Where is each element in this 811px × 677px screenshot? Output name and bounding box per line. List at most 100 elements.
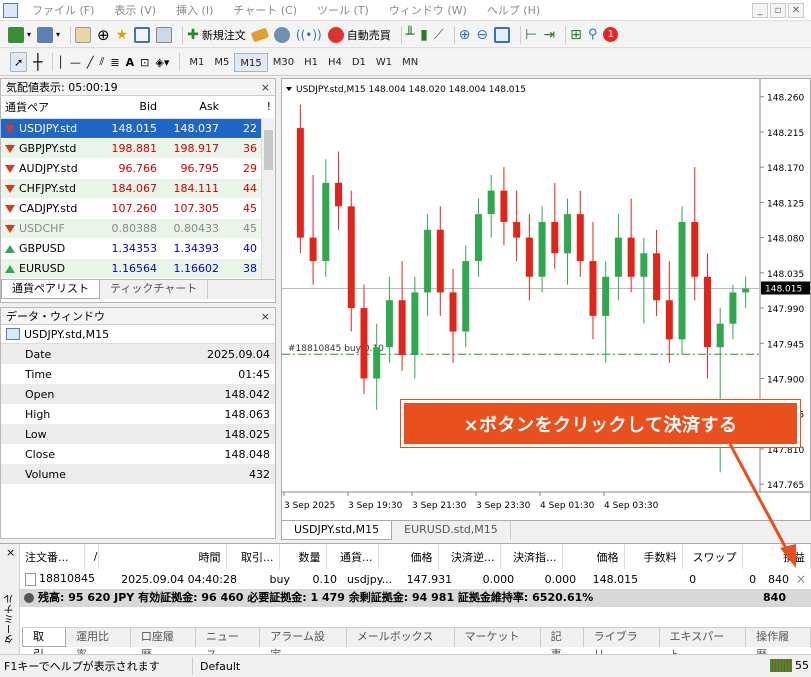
symbol-row[interactable]: CADJPY.std 107.260 107.305 45 <box>1 198 275 219</box>
column-price[interactable]: 価格 <box>562 544 625 569</box>
horizontal-line-tool[interactable]: — <box>70 52 81 72</box>
timeframe-m30[interactable]: M30 <box>268 53 299 72</box>
symbol-row[interactable]: GBPUSD 1.34353 1.34393 40 <box>1 238 275 259</box>
column-ticket[interactable]: 注文番... <box>20 544 85 569</box>
new-chart-button[interactable]: ▾ <box>8 25 31 45</box>
timeframe-m15[interactable]: M15 <box>234 52 268 72</box>
minimize-button[interactable]: _ <box>752 3 768 18</box>
menu-chart[interactable]: チャート (C) <box>233 2 297 18</box>
zoom-in-button[interactable]: ⊕ <box>459 25 471 45</box>
timeframe-d1[interactable]: D1 <box>347 53 371 72</box>
trendline-tool[interactable]: ╱ <box>87 52 94 72</box>
symbol-row[interactable]: CHFJPY.std 184.067 184.111 44 <box>1 178 275 199</box>
terminal-tab-7[interactable]: 記事 <box>541 628 584 661</box>
tab-usdjpy-chart[interactable]: USDJPY.std,M15 <box>281 521 393 540</box>
crosshair-toggle[interactable]: ⊕ <box>97 25 110 45</box>
close-icon[interactable]: × <box>261 308 270 325</box>
notifications-button[interactable]: 1 <box>603 25 619 45</box>
data-window-symbol-text: USDJPY.std,M15 <box>24 327 110 341</box>
auto-trade-button[interactable]: 自動売買 <box>327 25 391 45</box>
terminal-tab-0[interactable]: 取引 <box>22 628 66 661</box>
terminal-tab-2[interactable]: 口座履歴 <box>131 628 196 661</box>
terminal-tab-3[interactable]: ニュース <box>196 628 261 661</box>
terminal-tab-1[interactable]: 運用比率 <box>66 628 131 661</box>
scrollbar-thumb[interactable] <box>264 130 273 170</box>
column-symbol[interactable]: 通貨... <box>326 544 379 569</box>
line-chart-button[interactable]: ⟋ <box>434 25 444 45</box>
column-open-price[interactable]: 価格 <box>378 544 439 569</box>
vertical-line-tool[interactable]: │ <box>57 52 64 72</box>
cursor-tool[interactable]: ➚ <box>10 52 28 72</box>
column-time[interactable]: 時間 <box>98 544 227 569</box>
balance-text: 残高: 95 620 JPY 有効証拠金: 96 460 必要証拠金: 1 47… <box>38 591 594 604</box>
channel-tool[interactable]: ⫽ <box>100 52 105 72</box>
terminal-tab-10[interactable]: 操作履歴 <box>746 628 811 661</box>
indicators-button[interactable]: ⊞ <box>570 25 582 45</box>
candle-chart-button[interactable]: ▮ <box>420 25 428 45</box>
menu-tools[interactable]: ツール (T) <box>317 2 369 18</box>
terminal-tab-5[interactable]: メールボックス18 <box>347 628 455 663</box>
terminal-toggle[interactable] <box>134 25 151 45</box>
symbol-row[interactable]: GBPJPY.std 198.881 198.917 36 <box>1 138 275 159</box>
shapes-tool[interactable]: ◈▾ <box>155 52 169 72</box>
column-commission[interactable]: 手数料 <box>624 544 683 569</box>
chart-shift-button[interactable]: ⊢ <box>525 25 537 45</box>
signals-button[interactable] <box>273 25 290 45</box>
column-sort[interactable]: / <box>84 544 99 569</box>
timeframe-h4[interactable]: H4 <box>323 53 347 72</box>
text-tool[interactable]: A <box>126 52 135 72</box>
symbol-row[interactable]: USDJPY.std 148.015 148.037 22 <box>1 118 275 139</box>
restore-button[interactable]: ▫ <box>770 3 786 18</box>
column-type[interactable]: 取引... <box>226 544 280 569</box>
new-order-button[interactable]: ✚ 新規注文 <box>187 25 246 45</box>
close-window-button[interactable]: ✕ <box>788 3 804 18</box>
profiles-button[interactable]: ▾ <box>37 25 60 45</box>
column-symbol[interactable]: 通貨ペア <box>1 96 99 119</box>
order-row[interactable]: 18810845 2025.09.04 04:40:28 buy 0.10 us… <box>20 569 811 589</box>
column-tp[interactable]: 決済指... <box>500 544 563 569</box>
label-tool[interactable]: ⊡ <box>140 52 149 72</box>
terminal-tab-9[interactable]: エキスパート <box>660 628 747 661</box>
zoom-out-button[interactable]: ⊖ <box>476 25 488 45</box>
timeframe-h1[interactable]: H1 <box>299 53 323 72</box>
tester-toggle[interactable] <box>156 25 173 45</box>
column-spread[interactable]: ! <box>223 96 275 119</box>
fibonacci-tool[interactable]: ≣ <box>110 52 119 72</box>
market-watch-toggle[interactable] <box>75 25 92 45</box>
menu-view[interactable]: 表示 (V) <box>114 2 156 18</box>
column-sl[interactable]: 決済逆... <box>438 544 501 569</box>
column-ask[interactable]: Ask <box>161 96 223 119</box>
close-icon[interactable]: × <box>6 546 15 559</box>
menu-window[interactable]: ウィンドウ (W) <box>389 2 467 18</box>
symbol-row[interactable]: USDCHF 0.80388 0.80433 45 <box>1 218 275 239</box>
column-bid[interactable]: Bid <box>99 96 161 119</box>
tile-windows-button[interactable] <box>494 25 511 45</box>
tab-tick-chart[interactable]: ティックチャート <box>100 280 209 299</box>
column-volume[interactable]: 数量 <box>279 544 327 569</box>
menu-help[interactable]: ヘルプ (H) <box>487 2 540 18</box>
timeframe-m1[interactable]: M1 <box>184 53 209 72</box>
terminal-tab-4[interactable]: アラーム設定 <box>260 628 347 661</box>
autoscroll-button[interactable]: ⇥ <box>543 25 555 45</box>
tab-eurusd-chart[interactable]: EURUSD.std,M15 <box>392 521 511 540</box>
timeframe-m5[interactable]: M5 <box>209 53 234 72</box>
navigator-toggle[interactable]: ★ <box>116 25 129 45</box>
menu-file[interactable]: ファイル (F) <box>32 2 94 18</box>
terminal-tab-8[interactable]: ライブラリ <box>584 628 660 661</box>
close-icon[interactable]: × <box>261 79 270 96</box>
market-watch-scrollbar[interactable] <box>261 118 275 279</box>
timeframe-mn[interactable]: MN <box>397 53 423 72</box>
bid-price: 184.067 <box>99 178 161 199</box>
symbol-row[interactable]: AUDJPY.std 96.766 96.795 29 <box>1 158 275 179</box>
radio-button[interactable]: ((•)) <box>296 25 322 45</box>
metaeditor-button[interactable] <box>250 25 270 45</box>
bar-chart-button[interactable]: ╨ <box>406 25 414 45</box>
symbol-row[interactable]: EURUSD 1.16564 1.16602 38 <box>1 258 275 279</box>
crosshair-tool[interactable]: ┼ <box>33 52 42 72</box>
search-button[interactable]: ⚲ <box>588 25 598 45</box>
menu-insert[interactable]: 挿入 (I) <box>176 2 213 18</box>
tab-symbols[interactable]: 通貨ペアリスト <box>1 280 100 299</box>
timeframe-w1[interactable]: W1 <box>371 53 397 72</box>
terminal-tab-6[interactable]: マーケット76 <box>455 628 541 663</box>
connection-status[interactable]: 55 <box>770 659 809 672</box>
